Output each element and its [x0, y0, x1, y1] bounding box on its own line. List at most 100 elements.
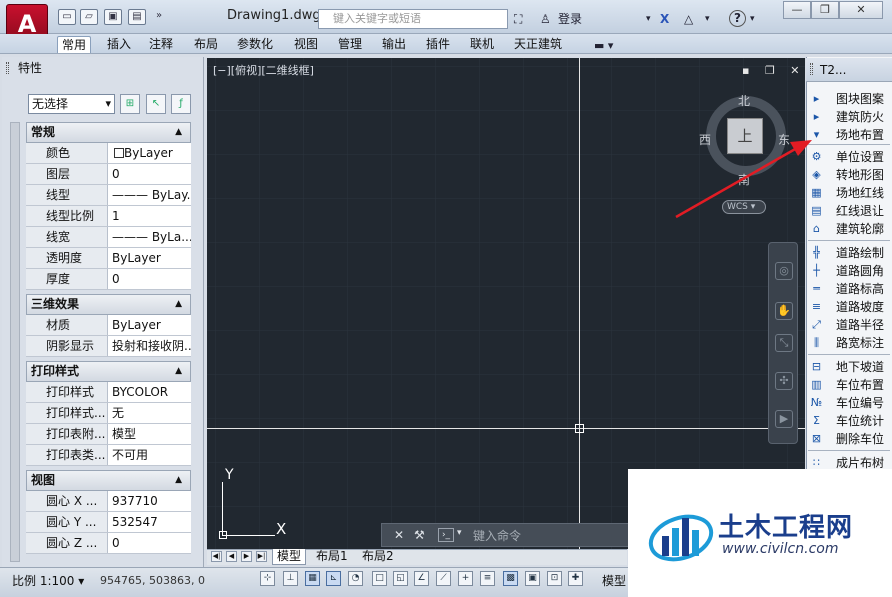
property-value[interactable]: 1	[110, 206, 191, 226]
snap-mode-icon[interactable]: ⊹	[260, 571, 275, 586]
tangent-palette-title[interactable]: T2...	[806, 58, 892, 82]
binoculars-icon[interactable]: ⛶	[514, 10, 522, 28]
property-value[interactable]: 0	[110, 269, 191, 289]
showmotion-icon[interactable]: ▶	[775, 410, 793, 428]
t2-menu-item[interactable]: ⚙ 单位设置	[808, 148, 892, 166]
model-space-toggle[interactable]: 模型	[602, 572, 626, 589]
lineweight-icon[interactable]: ≡	[480, 571, 495, 586]
stay-connected-dropdown-icon[interactable]: ▾	[705, 10, 710, 28]
property-value[interactable]: ByLayer	[110, 315, 191, 335]
command-prompt-icon[interactable]: ›_	[438, 528, 454, 542]
ribbon-options-icon[interactable]: ▬ ▾	[594, 37, 613, 55]
property-value[interactable]: BYCOLOR	[110, 382, 191, 402]
ribbon-tab[interactable]: 常用	[57, 36, 92, 53]
property-value[interactable]: ByLayer	[110, 248, 191, 268]
compass-east[interactable]: 东	[778, 131, 790, 148]
t2-menu-item[interactable]: Σ 车位统计	[808, 412, 892, 430]
property-value[interactable]: 无	[110, 403, 191, 423]
property-value[interactable]: 0	[110, 533, 191, 553]
property-value[interactable]: ——— ByLa...	[110, 227, 191, 247]
property-value[interactable]: 0	[110, 164, 191, 184]
ribbon-tab[interactable]: 联机	[466, 36, 498, 53]
ribbon-tab[interactable]: 管理	[334, 36, 366, 53]
t2-menu-item[interactable]: ⤢ 道路半径	[808, 316, 892, 334]
t2-menu-item[interactable]: № 车位编号	[808, 394, 892, 412]
ribbon-tab[interactable]: 视图	[290, 36, 322, 53]
t2-menu-item[interactable]: ▥ 车位布置	[808, 376, 892, 394]
compass-west[interactable]: 西	[699, 131, 711, 148]
coordinates-readout[interactable]: 954765, 503863, 0	[100, 574, 205, 587]
prev-layout-icon[interactable]: ◀	[226, 551, 237, 562]
t2-menu-item[interactable]: ≡ 道路坡度	[808, 298, 892, 316]
ribbon-tab[interactable]: 参数化	[233, 36, 277, 53]
property-row[interactable]: 阴影显示 投射和接收阴...	[26, 336, 191, 357]
close-command-icon[interactable]: ✕	[394, 528, 404, 542]
zoom-extents-icon[interactable]: ⤡	[775, 334, 793, 352]
grid-display-icon[interactable]: ▦	[305, 571, 320, 586]
property-value[interactable]: ——— ByLay...	[110, 185, 191, 205]
property-row[interactable]: 线型 ——— ByLay...	[26, 185, 191, 206]
t2-menu-item[interactable]: ╬ 道路绘制	[808, 244, 892, 262]
command-input[interactable]: 键入命令	[473, 527, 521, 544]
property-row[interactable]: 打印样式 BYCOLOR	[26, 382, 191, 403]
property-value[interactable]: 937710	[110, 491, 191, 511]
otrack-icon[interactable]: ∠	[414, 571, 429, 586]
search-input[interactable]: 键入关键字或短语	[318, 9, 508, 29]
login-dropdown-icon[interactable]: ▾	[646, 10, 651, 28]
recent-commands-dropdown-icon[interactable]: ▾	[457, 528, 462, 538]
osnap-icon[interactable]: □	[372, 571, 387, 586]
transparency-icon[interactable]: ▩	[503, 571, 518, 586]
property-value[interactable]: ByLayer	[122, 143, 203, 163]
polar-tracking-icon[interactable]: ◔	[348, 571, 363, 586]
viewcube-top-face[interactable]: 上	[727, 118, 763, 154]
infer-constraints-icon[interactable]: ⊥	[283, 571, 298, 586]
orbit-icon[interactable]: ✣	[775, 372, 793, 390]
ribbon-tab[interactable]: 天正建筑	[510, 36, 566, 53]
annotation-monitor-icon[interactable]: ✚	[568, 571, 583, 586]
customize-command-icon[interactable]: ⚒	[414, 528, 425, 542]
section-general[interactable]: 常规 ▲	[26, 122, 191, 143]
t2-menu-item[interactable]: ═ 道路标高	[808, 280, 892, 298]
property-row[interactable]: 打印表类... 不可用	[26, 445, 191, 466]
property-row[interactable]: 圆心 X ... 937710	[26, 491, 191, 512]
t2-menu-item[interactable]: ◈ 转地形图	[808, 166, 892, 184]
t2-menu-item[interactable]: ⌂ 建筑轮廓	[808, 220, 892, 238]
selection-cycling-icon[interactable]: ⊡	[547, 571, 562, 586]
compass-south[interactable]: 南	[738, 171, 750, 188]
ribbon-tab[interactable]: 注释	[145, 36, 177, 53]
ribbon-tab[interactable]: 插件	[422, 36, 454, 53]
open-file-icon[interactable]: ▱	[80, 9, 98, 25]
quick-select-icon[interactable]: ƒ	[171, 94, 191, 114]
t2-menu-item[interactable]: ⫼ 路宽标注	[808, 334, 892, 352]
property-value[interactable]: 532547	[110, 512, 191, 532]
property-value[interactable]: 不可用	[110, 445, 191, 465]
ribbon-tab[interactable]: 布局	[190, 36, 222, 53]
save-icon[interactable]: ▣	[104, 9, 122, 25]
collapse-icon[interactable]: ▲	[175, 362, 182, 381]
pan-icon[interactable]: ✋	[775, 302, 793, 320]
wcs-menu[interactable]: WCS ▾	[722, 200, 766, 214]
property-row[interactable]: 打印样式... 无	[26, 403, 191, 424]
select-objects-icon[interactable]: ↖	[146, 94, 166, 114]
property-row[interactable]: 图层 0	[26, 164, 191, 185]
layout-tab[interactable]: 模型	[272, 549, 307, 565]
collapse-icon[interactable]: ▲	[175, 123, 182, 142]
ortho-mode-icon[interactable]: ⊾	[326, 571, 341, 586]
exchange-icon[interactable]: X	[660, 10, 669, 28]
property-row[interactable]: 厚度 0	[26, 269, 191, 290]
t2-menu-item[interactable]: ▦ 场地红线	[808, 184, 892, 202]
t2-menu-item[interactable]: ▤ 红线退让	[808, 202, 892, 220]
last-layout-icon[interactable]: ▶|	[256, 551, 267, 562]
property-row[interactable]: 线型比例 1	[26, 206, 191, 227]
quick-props-icon[interactable]: ▣	[525, 571, 540, 586]
dynamic-input-icon[interactable]: +	[458, 571, 473, 586]
property-row[interactable]: 圆心 Y ... 532547	[26, 512, 191, 533]
property-value[interactable]: 模型	[110, 424, 191, 444]
property-row[interactable]: 透明度 ByLayer	[26, 248, 191, 269]
section-3d-effects[interactable]: 三维效果 ▲	[26, 294, 191, 315]
ribbon-tab[interactable]: 插入	[103, 36, 135, 53]
next-layout-icon[interactable]: ▶	[241, 551, 252, 562]
3d-osnap-icon[interactable]: ◱	[393, 571, 408, 586]
palette-grip[interactable]	[810, 63, 813, 75]
t2-menu-item[interactable]: ⊠ 删除车位	[808, 430, 892, 448]
